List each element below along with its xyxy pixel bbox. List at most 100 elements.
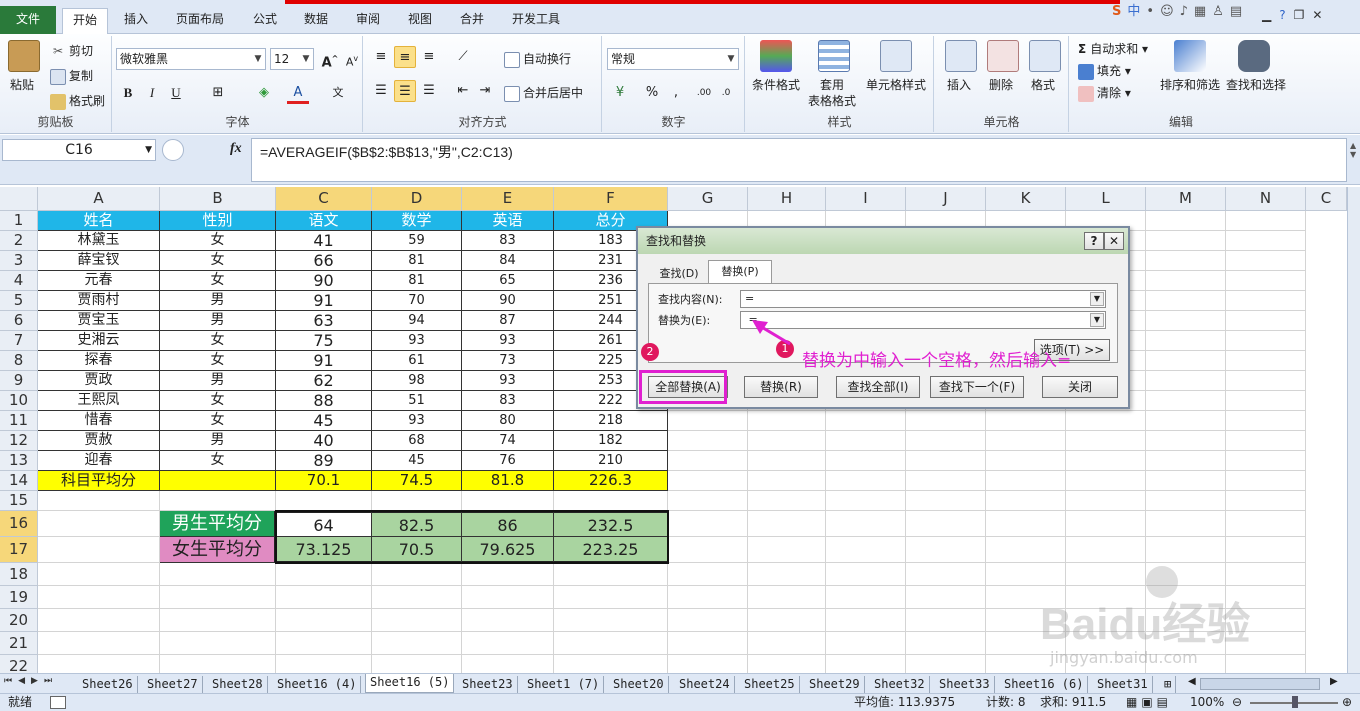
average-cell[interactable]	[160, 471, 276, 491]
column-header[interactable]: B	[160, 187, 276, 211]
bold-icon[interactable]: B	[117, 82, 139, 104]
increase-decimal-icon[interactable]: .00	[693, 82, 715, 104]
cell[interactable]	[906, 411, 986, 431]
help-icon[interactable]: ?	[1279, 8, 1293, 22]
hscroll-right-icon[interactable]: ▶	[1330, 676, 1338, 687]
cell[interactable]	[748, 632, 826, 655]
data-cell[interactable]: 90	[276, 271, 372, 291]
female-average-cell[interactable]: 73.125	[276, 537, 372, 563]
cell[interactable]	[1146, 251, 1226, 271]
data-cell[interactable]: 林黛玉	[38, 231, 160, 251]
header-cell[interactable]: 姓名	[38, 211, 160, 231]
conditional-format-icon[interactable]	[760, 40, 792, 72]
data-cell[interactable]: 61	[372, 351, 462, 371]
data-cell[interactable]: 45	[276, 411, 372, 431]
align-right-icon[interactable]: ☰	[418, 80, 440, 102]
average-cell[interactable]: 科目平均分	[38, 471, 160, 491]
cell[interactable]	[986, 471, 1066, 491]
data-cell[interactable]: 女	[160, 351, 276, 371]
minimize-icon[interactable]: ▁	[1262, 8, 1279, 22]
formula-bar-handle-icon[interactable]	[162, 139, 184, 161]
sort-filter-button[interactable]: 排序和筛选	[1160, 76, 1220, 93]
cell[interactable]	[462, 491, 554, 511]
cell[interactable]	[986, 451, 1066, 471]
data-cell[interactable]: 81	[372, 271, 462, 291]
cell[interactable]	[1226, 211, 1306, 231]
cell[interactable]	[826, 431, 906, 451]
header-cell[interactable]: 性别	[160, 211, 276, 231]
data-cell[interactable]: 男	[160, 371, 276, 391]
cell[interactable]	[668, 632, 748, 655]
sheet-tab[interactable]: Sheet16 (5)	[365, 674, 455, 693]
data-cell[interactable]: 女	[160, 451, 276, 471]
macro-record-icon[interactable]	[50, 696, 66, 709]
cell[interactable]	[986, 511, 1066, 537]
sheet-tab[interactable]: Sheet20	[609, 676, 669, 693]
zoom-out-icon[interactable]: ⊖	[1232, 694, 1242, 711]
cell[interactable]	[1146, 431, 1226, 451]
table-format-label-1[interactable]: 套用	[820, 76, 844, 93]
cell[interactable]	[1146, 451, 1226, 471]
average-cell[interactable]: 81.8	[462, 471, 554, 491]
cell[interactable]	[1066, 451, 1146, 471]
average-cell[interactable]: 226.3	[554, 471, 668, 491]
formula-input[interactable]: =AVERAGEIF($B$2:$B$13,"男",C2:C13)	[251, 138, 1347, 182]
cell[interactable]	[1146, 291, 1226, 311]
sheet-tab[interactable]: Sheet1 (7)	[523, 676, 605, 693]
row-header[interactable]: 12	[0, 431, 38, 451]
row-header[interactable]: 3	[0, 251, 38, 271]
borders-icon[interactable]: ⊞	[207, 82, 229, 104]
insert-function-icon[interactable]: fx	[230, 141, 242, 157]
cell[interactable]	[1226, 563, 1306, 586]
sheet-tab[interactable]: Sheet16 (6)	[1000, 676, 1089, 693]
data-cell[interactable]: 65	[462, 271, 554, 291]
cell[interactable]	[1146, 491, 1226, 511]
paste-button[interactable]: 粘贴	[10, 76, 34, 93]
data-cell[interactable]: 94	[372, 311, 462, 331]
cell[interactable]	[826, 563, 906, 586]
table-format-label-2[interactable]: 表格格式	[808, 92, 856, 109]
cell[interactable]	[1226, 471, 1306, 491]
cell[interactable]	[276, 632, 372, 655]
data-cell[interactable]: 76	[462, 451, 554, 471]
data-cell[interactable]: 63	[276, 311, 372, 331]
row-header[interactable]: 1	[0, 211, 38, 231]
align-left-icon[interactable]: ☰	[370, 80, 392, 102]
cell[interactable]	[748, 471, 826, 491]
sheet-tab[interactable]: Sheet28	[208, 676, 268, 693]
row-header[interactable]: 5	[0, 291, 38, 311]
row-header[interactable]: 9	[0, 371, 38, 391]
data-cell[interactable]: 66	[276, 251, 372, 271]
name-box[interactable]: C16 ▼	[2, 139, 156, 161]
column-header[interactable]: G	[668, 187, 748, 211]
column-header[interactable]: I	[826, 187, 906, 211]
italic-icon[interactable]: I	[141, 82, 163, 104]
data-cell[interactable]: 女	[160, 331, 276, 351]
tab-insert[interactable]: 插入	[114, 8, 158, 32]
data-cell[interactable]: 51	[372, 391, 462, 411]
column-header[interactable]: F	[554, 187, 668, 211]
cell[interactable]	[668, 586, 748, 609]
row-header[interactable]: 16	[0, 511, 38, 537]
cell[interactable]	[160, 632, 276, 655]
cell[interactable]	[906, 563, 986, 586]
cell[interactable]	[1146, 371, 1226, 391]
find-next-button[interactable]: 查找下一个(F)	[930, 376, 1024, 398]
sheet-tab[interactable]: Sheet32	[870, 676, 930, 693]
cell[interactable]	[1146, 271, 1226, 291]
data-cell[interactable]: 探春	[38, 351, 160, 371]
data-cell[interactable]: 93	[372, 331, 462, 351]
find-all-button[interactable]: 查找全部(I)	[836, 376, 920, 398]
cell[interactable]	[1226, 271, 1306, 291]
sheet-nav-arrows-icon[interactable]: ⏮◀▶⏭	[4, 676, 76, 686]
wrap-text-button[interactable]: 自动换行	[504, 50, 571, 68]
data-cell[interactable]: 88	[276, 391, 372, 411]
close-button[interactable]: 关闭	[1042, 376, 1118, 398]
cell[interactable]	[986, 431, 1066, 451]
sheet-tab[interactable]: Sheet25	[740, 676, 800, 693]
row-header[interactable]: 10	[0, 391, 38, 411]
cell[interactable]	[986, 491, 1066, 511]
dialog-close-x-button[interactable]: ✕	[1104, 232, 1124, 250]
data-cell[interactable]: 70	[372, 291, 462, 311]
cell[interactable]	[748, 431, 826, 451]
